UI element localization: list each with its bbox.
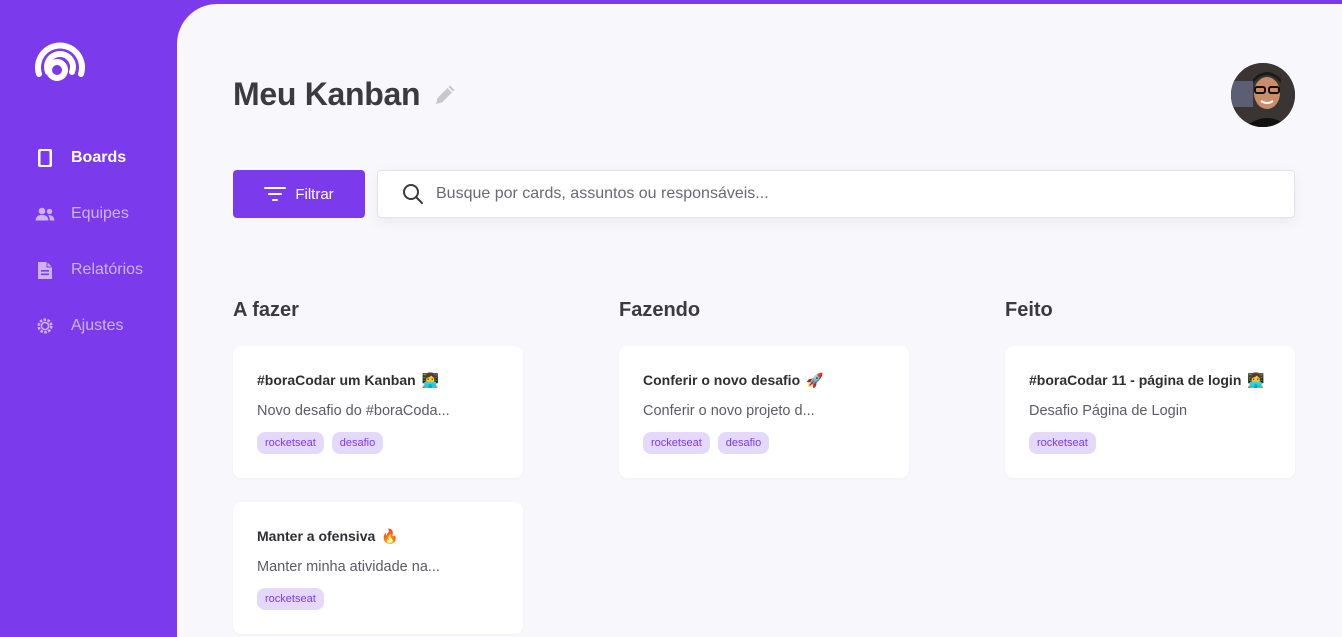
board-icon bbox=[35, 148, 55, 168]
column-title: A fazer bbox=[233, 299, 299, 321]
filter-icon bbox=[264, 186, 287, 202]
card-emoji: 🚀 bbox=[806, 372, 824, 388]
sidebar-item-ajustes[interactable]: Ajustes bbox=[0, 304, 177, 348]
card-title: #boraCodar um Kanban 👩‍💻 bbox=[257, 370, 499, 390]
card-title: #boraCodar 11 - página de login 👩‍💻 bbox=[1029, 370, 1271, 390]
card-description: Conferir o novo projeto d... bbox=[643, 403, 815, 419]
search-input[interactable] bbox=[436, 185, 1294, 203]
card-emoji: 👩‍💻 bbox=[421, 372, 440, 388]
tag[interactable]: rocketseat bbox=[257, 432, 324, 454]
card-tags: rocketseat bbox=[257, 588, 499, 610]
sidebar-nav: Boards Equipes Relatórios Ajustes bbox=[0, 136, 177, 360]
card-emoji: 👩‍💻 bbox=[1247, 372, 1265, 388]
card-tags: rocketseat bbox=[1029, 432, 1271, 454]
sidebar-item-label: Ajustes bbox=[71, 317, 124, 334]
column-feito: Feito #boraCodar 11 - página de login 👩‍… bbox=[1005, 294, 1295, 502]
tag[interactable]: rocketseat bbox=[257, 588, 324, 610]
kanban-card[interactable]: #boraCodar 11 - página de login 👩‍💻 Desa… bbox=[1005, 346, 1295, 478]
card-description: Manter minha atividade na... bbox=[257, 559, 440, 575]
card-title-text: Manter a ofensiva bbox=[257, 528, 376, 544]
sidebar-item-label: Equipes bbox=[71, 205, 129, 222]
sidebar-item-relatorios[interactable]: Relatórios bbox=[0, 248, 177, 292]
card-tags: rocketseat desafio bbox=[643, 432, 885, 454]
card-description: Desafio Página de Login bbox=[1029, 403, 1188, 419]
card-tags: rocketseat desafio bbox=[257, 432, 499, 454]
card-title: Conferir o novo desafio 🚀 bbox=[643, 370, 885, 390]
tag[interactable]: rocketseat bbox=[643, 432, 710, 454]
page-title: Meu Kanban bbox=[233, 76, 421, 112]
user-avatar[interactable] bbox=[1231, 63, 1295, 127]
tag[interactable]: rocketseat bbox=[1029, 432, 1096, 454]
kanban-card[interactable]: #boraCodar um Kanban 👩‍💻 Novo desafio do… bbox=[233, 346, 523, 478]
settings-icon bbox=[35, 316, 55, 336]
search-box[interactable] bbox=[377, 170, 1295, 218]
team-icon bbox=[35, 204, 55, 224]
card-emoji: 🔥 bbox=[381, 528, 399, 544]
card-description: Novo desafio do #boraCoda... bbox=[257, 403, 450, 419]
main-content: Meu Kanban Filtrar A fazer bbox=[177, 4, 1342, 637]
tag[interactable]: desafio bbox=[331, 432, 384, 454]
search-icon bbox=[402, 183, 424, 205]
tag[interactable]: desafio bbox=[717, 432, 770, 454]
sidebar-item-boards[interactable]: Boards bbox=[0, 136, 177, 180]
edit-pencil-icon[interactable] bbox=[432, 82, 458, 108]
card-title: Manter a ofensiva 🔥 bbox=[257, 526, 499, 546]
column-title: Feito bbox=[1005, 299, 1053, 321]
column-title: Fazendo bbox=[619, 299, 701, 321]
column-a-fazer: A fazer #boraCodar um Kanban 👩‍💻 Novo de… bbox=[233, 294, 523, 637]
card-title-text: Conferir o novo desafio bbox=[643, 372, 801, 388]
sidebar: Boards Equipes Relatórios Ajustes bbox=[0, 0, 177, 637]
app-logo[interactable] bbox=[33, 26, 87, 86]
sidebar-item-label: Boards bbox=[71, 149, 127, 166]
filter-button-label: Filtrar bbox=[295, 185, 334, 203]
card-title-text: #boraCodar 11 - página de login bbox=[1029, 372, 1242, 388]
column-fazendo: Fazendo Conferir o novo desafio 🚀 Confer… bbox=[619, 294, 909, 502]
sidebar-item-label: Relatórios bbox=[71, 261, 144, 278]
title-row: Meu Kanban bbox=[233, 76, 458, 113]
kanban-card[interactable]: Manter a ofensiva 🔥 Manter minha ativida… bbox=[233, 502, 523, 634]
sidebar-item-equipes[interactable]: Equipes bbox=[0, 192, 177, 236]
card-title-text: #boraCodar um Kanban bbox=[257, 372, 416, 388]
kanban-card[interactable]: Conferir o novo desafio 🚀 Conferir o nov… bbox=[619, 346, 909, 478]
document-icon bbox=[35, 260, 55, 280]
filter-button[interactable]: Filtrar bbox=[233, 170, 365, 218]
